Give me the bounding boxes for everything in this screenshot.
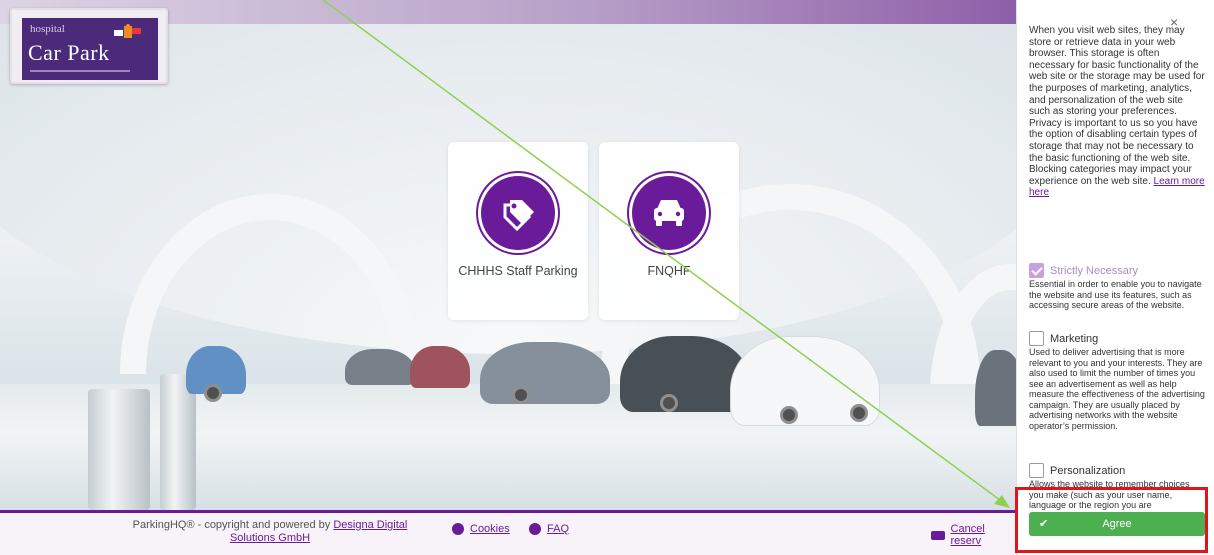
cookie-icon bbox=[452, 523, 464, 535]
copyright-text: ParkingHQ® - copyright and powered by De… bbox=[120, 519, 420, 545]
footer: ParkingHQ® - copyright and powered by De… bbox=[0, 510, 1016, 555]
marketing-checkbox[interactable] bbox=[1029, 331, 1044, 346]
question-icon bbox=[529, 523, 541, 535]
logo-badge: hospital Car Park bbox=[22, 18, 158, 80]
cancel-label: Cancel reserv bbox=[950, 523, 985, 547]
cookies-link[interactable]: Cookies bbox=[452, 523, 510, 535]
category-header: Personalization bbox=[1029, 463, 1205, 478]
strictly-necessary-checkbox bbox=[1029, 263, 1044, 278]
car-glyph bbox=[654, 200, 684, 226]
car-park-logo[interactable]: hospital Car Park bbox=[10, 8, 168, 84]
tag-icon bbox=[481, 176, 555, 250]
faq-link[interactable]: FAQ bbox=[529, 523, 569, 535]
category-personalization: Personalization Allows the website to re… bbox=[1029, 463, 1205, 511]
tile-label: CHHHS Staff Parking bbox=[458, 264, 578, 278]
card-icon bbox=[931, 530, 945, 540]
agree-button[interactable]: ✔ Agree bbox=[1029, 512, 1205, 536]
logo-main-text: Car Park bbox=[28, 40, 110, 65]
category-description: Allows the website to remember choices y… bbox=[1029, 479, 1190, 510]
tile-fnqhf[interactable]: FNQHF bbox=[599, 142, 739, 320]
category-strictly-necessary: Strictly Necessary Essential in order to… bbox=[1029, 263, 1205, 311]
category-marketing: Marketing Used to deliver advertising th… bbox=[1029, 331, 1205, 431]
category-title: Personalization bbox=[1050, 464, 1126, 477]
cookie-consent-panel: × When you visit web sites, they may sto… bbox=[1016, 0, 1214, 555]
car-icon bbox=[632, 176, 706, 250]
cancel-reservation-link[interactable]: Cancel reserv bbox=[931, 523, 1016, 547]
tile-chhhs-staff-parking[interactable]: CHHHS Staff Parking bbox=[448, 142, 588, 320]
copyright-prefix: ParkingHQ® - copyright and powered by bbox=[132, 519, 331, 531]
puzzle-icon bbox=[114, 24, 141, 38]
cookies-label: Cookies bbox=[470, 523, 510, 535]
parking-landing-page: hospital Car Park CHHHS Staff Parking FN… bbox=[0, 0, 1016, 555]
logo-small-text: hospital bbox=[30, 23, 65, 35]
tile-label: FNQHF bbox=[647, 264, 691, 278]
tag-glyph bbox=[503, 200, 534, 232]
consent-intro-text: When you visit web sites, they may store… bbox=[1029, 25, 1205, 187]
agree-label: Agree bbox=[1102, 518, 1132, 530]
category-title: Marketing bbox=[1050, 332, 1099, 345]
category-description: Essential in order to enable you to navi… bbox=[1029, 279, 1202, 310]
personalization-checkbox[interactable] bbox=[1029, 463, 1044, 478]
category-header: Marketing bbox=[1029, 331, 1205, 346]
category-header: Strictly Necessary bbox=[1029, 263, 1205, 278]
consent-intro: When you visit web sites, they may store… bbox=[1029, 25, 1205, 199]
category-description: Used to deliver advertising that is more… bbox=[1029, 347, 1205, 431]
logo-tagline-bar bbox=[30, 70, 130, 72]
faq-label: FAQ bbox=[547, 523, 570, 535]
category-title: Strictly Necessary bbox=[1050, 264, 1139, 277]
